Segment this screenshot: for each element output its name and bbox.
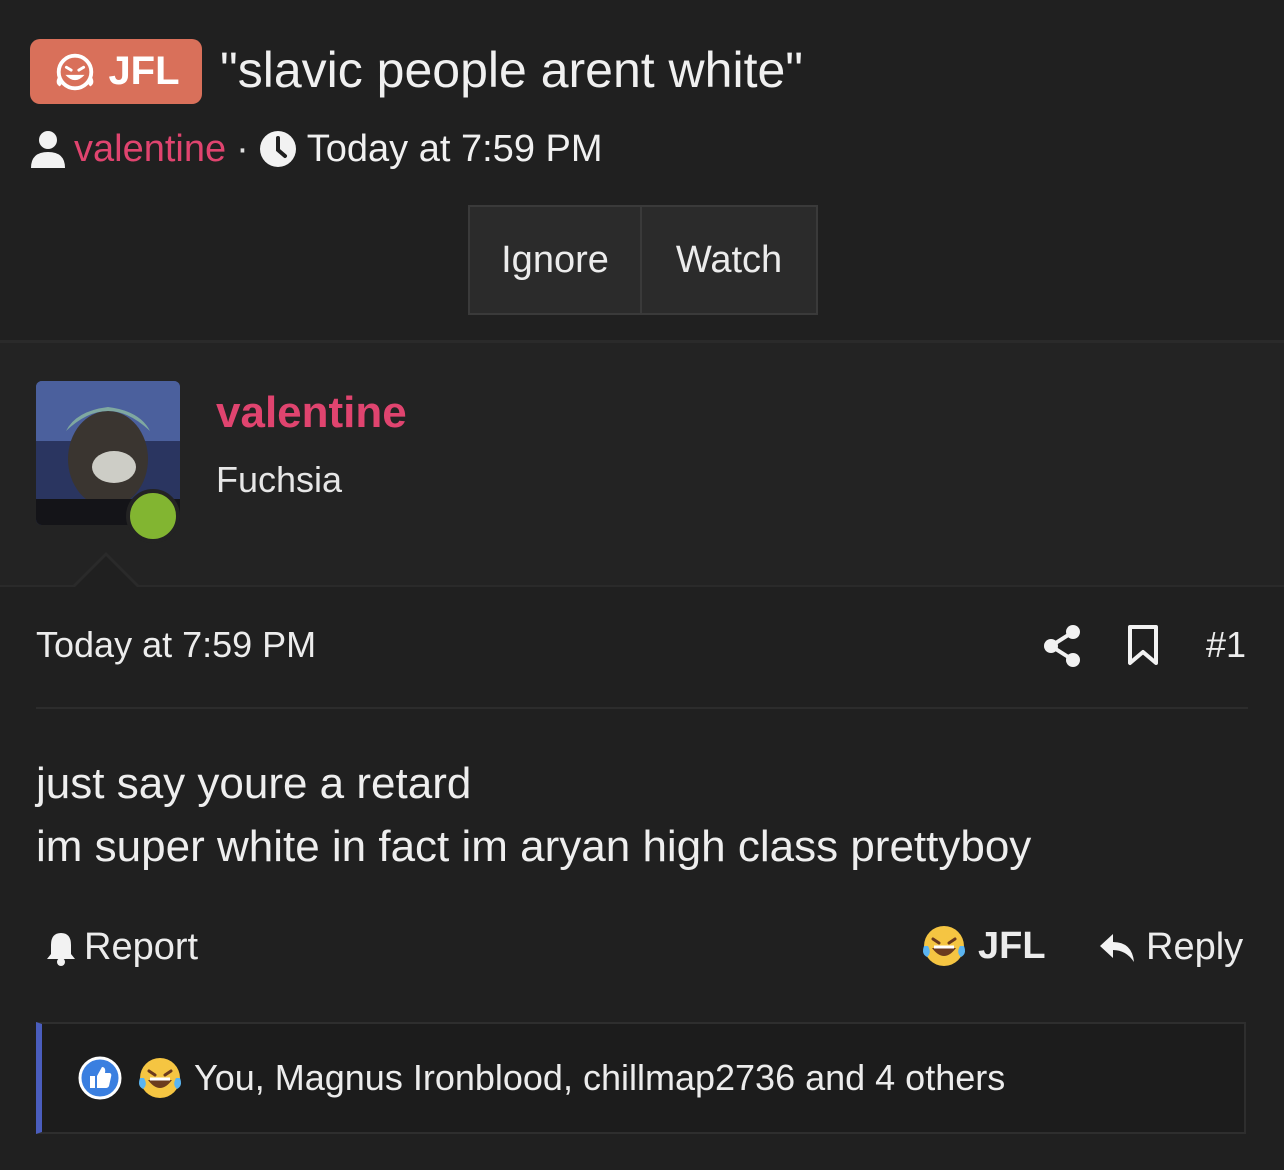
laugh-cry-emoji-icon — [923, 926, 965, 966]
react-label: JFL — [978, 924, 1046, 967]
online-status-indicator — [126, 489, 180, 543]
thread-prefix-label: JFL — [108, 49, 180, 93]
reactions-summary[interactable]: You, Magnus Ironblood, chillmap2736 and … — [194, 1057, 1005, 1099]
post-author-name[interactable]: valentine — [216, 388, 407, 438]
react-button[interactable]: JFL — [920, 922, 1046, 970]
post-time[interactable]: Today at 7:59 PM — [36, 624, 316, 666]
post-user-block — [0, 343, 1284, 585]
divider — [0, 585, 1284, 587]
thread-time[interactable]: Today at 7:59 PM — [307, 128, 603, 171]
post-body-line: just say youre a retard — [36, 759, 472, 808]
bell-icon — [47, 932, 75, 966]
laugh-cry-icon — [57, 53, 94, 90]
post-body-line: im super white in fact im aryan high cla… — [36, 822, 1032, 871]
bookmark-icon[interactable] — [1126, 624, 1160, 666]
thread-actions: Ignore Watch — [468, 205, 818, 315]
like-icon — [78, 1056, 122, 1100]
user-block-arrow-fill — [74, 556, 138, 588]
share-icon[interactable] — [1042, 624, 1082, 668]
reply-label: Reply — [1146, 926, 1244, 968]
thread-title: "slavic people arent white" — [220, 42, 804, 98]
ignore-button[interactable]: Ignore — [470, 207, 642, 313]
report-button[interactable]: Report — [44, 926, 198, 969]
clock-icon — [259, 131, 296, 167]
thread-author-link[interactable]: valentine — [74, 128, 226, 171]
laugh-cry-emoji-icon — [139, 1058, 181, 1098]
watch-button[interactable]: Watch — [642, 207, 816, 313]
divider — [36, 707, 1248, 709]
post-number-link[interactable]: #1 — [1206, 624, 1246, 666]
meta-separator: · — [236, 127, 249, 170]
report-label: Report — [84, 926, 199, 968]
post-author-title: Fuchsia — [216, 459, 343, 500]
post-body: just say youre a retard im super white i… — [36, 752, 1031, 878]
user-icon — [31, 131, 65, 168]
reactions-bar[interactable]: You, Magnus Ironblood, chillmap2736 and … — [36, 1022, 1246, 1134]
thread-prefix-badge[interactable]: JFL — [30, 39, 202, 104]
reply-icon — [1100, 933, 1134, 962]
thread-meta: valentine · Today at 7:59 PM — [30, 124, 603, 174]
reply-button[interactable]: Reply — [1098, 926, 1243, 969]
